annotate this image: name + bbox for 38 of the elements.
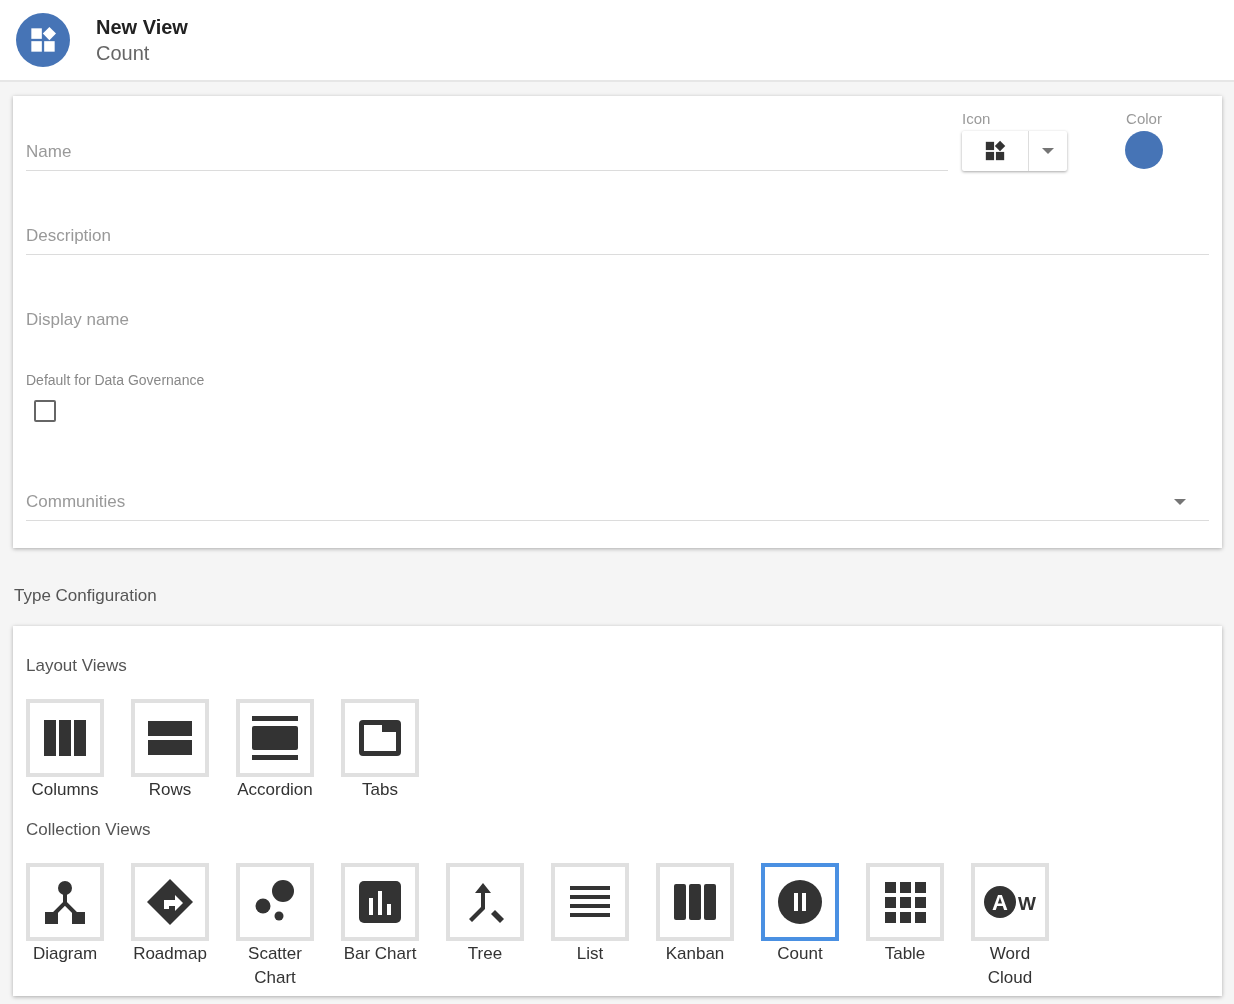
section-heading: Type Configuration bbox=[14, 586, 158, 606]
road-sign-icon bbox=[146, 878, 194, 926]
checkbox-label: Default for Data Governance bbox=[26, 372, 206, 388]
caret-icon bbox=[1174, 499, 1186, 505]
caret-icon bbox=[1042, 148, 1054, 154]
view-type-label: Kanban bbox=[664, 943, 726, 965]
pause-circle-icon bbox=[776, 878, 824, 926]
view-subtitle: Count bbox=[96, 41, 151, 65]
widget-grid-icon bbox=[984, 140, 1006, 162]
text-field[interactable]: Name bbox=[26, 134, 948, 171]
view-type-label: Count bbox=[776, 943, 824, 965]
text-field[interactable]: Display name bbox=[26, 302, 1209, 338]
view-type-label: Columns bbox=[30, 779, 100, 801]
view-type-label: List bbox=[575, 943, 605, 965]
checkbox[interactable] bbox=[34, 400, 56, 422]
text-field[interactable]: Description bbox=[26, 218, 1209, 255]
view-type-label: Bar Chart bbox=[342, 943, 418, 965]
bar-chart-icon bbox=[356, 878, 404, 926]
view-type-label: Word Cloud bbox=[986, 943, 1034, 989]
color-swatch[interactable] bbox=[1125, 131, 1163, 169]
view-type-label: Tree bbox=[466, 943, 504, 965]
icon-picker[interactable] bbox=[962, 131, 1067, 171]
view-type-tile[interactable] bbox=[761, 863, 839, 941]
view-type-label: Table bbox=[883, 943, 927, 965]
view-type-label: Roadmap bbox=[132, 943, 208, 965]
view-type-label: Scatter Chart bbox=[247, 943, 303, 989]
section-title: Layout Views bbox=[26, 656, 128, 676]
view-type-label: Tabs bbox=[361, 779, 399, 801]
widget-grid-icon bbox=[29, 26, 57, 54]
view-type-label: Diagram bbox=[31, 943, 99, 965]
view-type-label: Accordion bbox=[236, 779, 314, 801]
accordion-icon bbox=[251, 714, 299, 762]
view-type-label: Rows bbox=[147, 779, 193, 801]
view-type-tile[interactable]: A W bbox=[971, 863, 1049, 941]
view-title: New View bbox=[96, 15, 188, 39]
section-title: Collection Views bbox=[26, 820, 152, 840]
icon-label: Icon bbox=[962, 110, 992, 127]
color-label: Color bbox=[1125, 110, 1163, 127]
